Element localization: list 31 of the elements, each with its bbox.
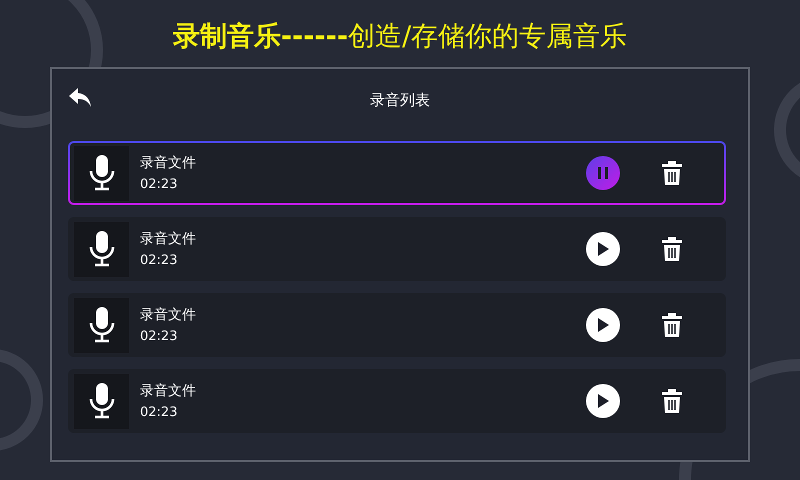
play-button[interactable] (586, 308, 620, 342)
play-icon (597, 394, 609, 408)
back-icon[interactable] (68, 87, 92, 109)
recording-duration: 02:23 (140, 177, 178, 192)
recording-item[interactable]: 录音文件 02:23 (68, 293, 726, 357)
microphone-icon (88, 383, 114, 419)
recording-name: 录音文件 (140, 154, 197, 172)
recording-name: 录音文件 (140, 382, 197, 400)
page-title: 录制音乐------创造/存储你的专属音乐 (172, 20, 628, 54)
play-icon (597, 318, 609, 332)
trash-icon[interactable] (662, 161, 682, 185)
recording-duration: 02:23 (140, 329, 178, 344)
pause-button[interactable] (586, 156, 620, 190)
trash-icon[interactable] (662, 313, 682, 337)
panel-title: 录音列表 (370, 90, 430, 110)
microphone-icon (88, 307, 114, 343)
play-icon (597, 242, 609, 256)
recording-duration: 02:23 (140, 405, 178, 420)
recording-item[interactable]: 录音文件 02:23 (68, 369, 726, 433)
recording-duration: 02:23 (140, 253, 178, 268)
microphone-icon (88, 155, 114, 191)
recording-item[interactable]: 录音文件 02:23 (68, 141, 726, 205)
trash-icon[interactable] (662, 237, 682, 261)
recording-name: 录音文件 (140, 306, 197, 324)
play-button[interactable] (586, 384, 620, 418)
pause-icon (598, 167, 608, 179)
trash-icon[interactable] (662, 389, 682, 413)
recording-item[interactable]: 录音文件 02:23 (68, 217, 726, 281)
recording-name: 录音文件 (140, 230, 197, 248)
play-button[interactable] (586, 232, 620, 266)
microphone-icon (88, 231, 114, 267)
